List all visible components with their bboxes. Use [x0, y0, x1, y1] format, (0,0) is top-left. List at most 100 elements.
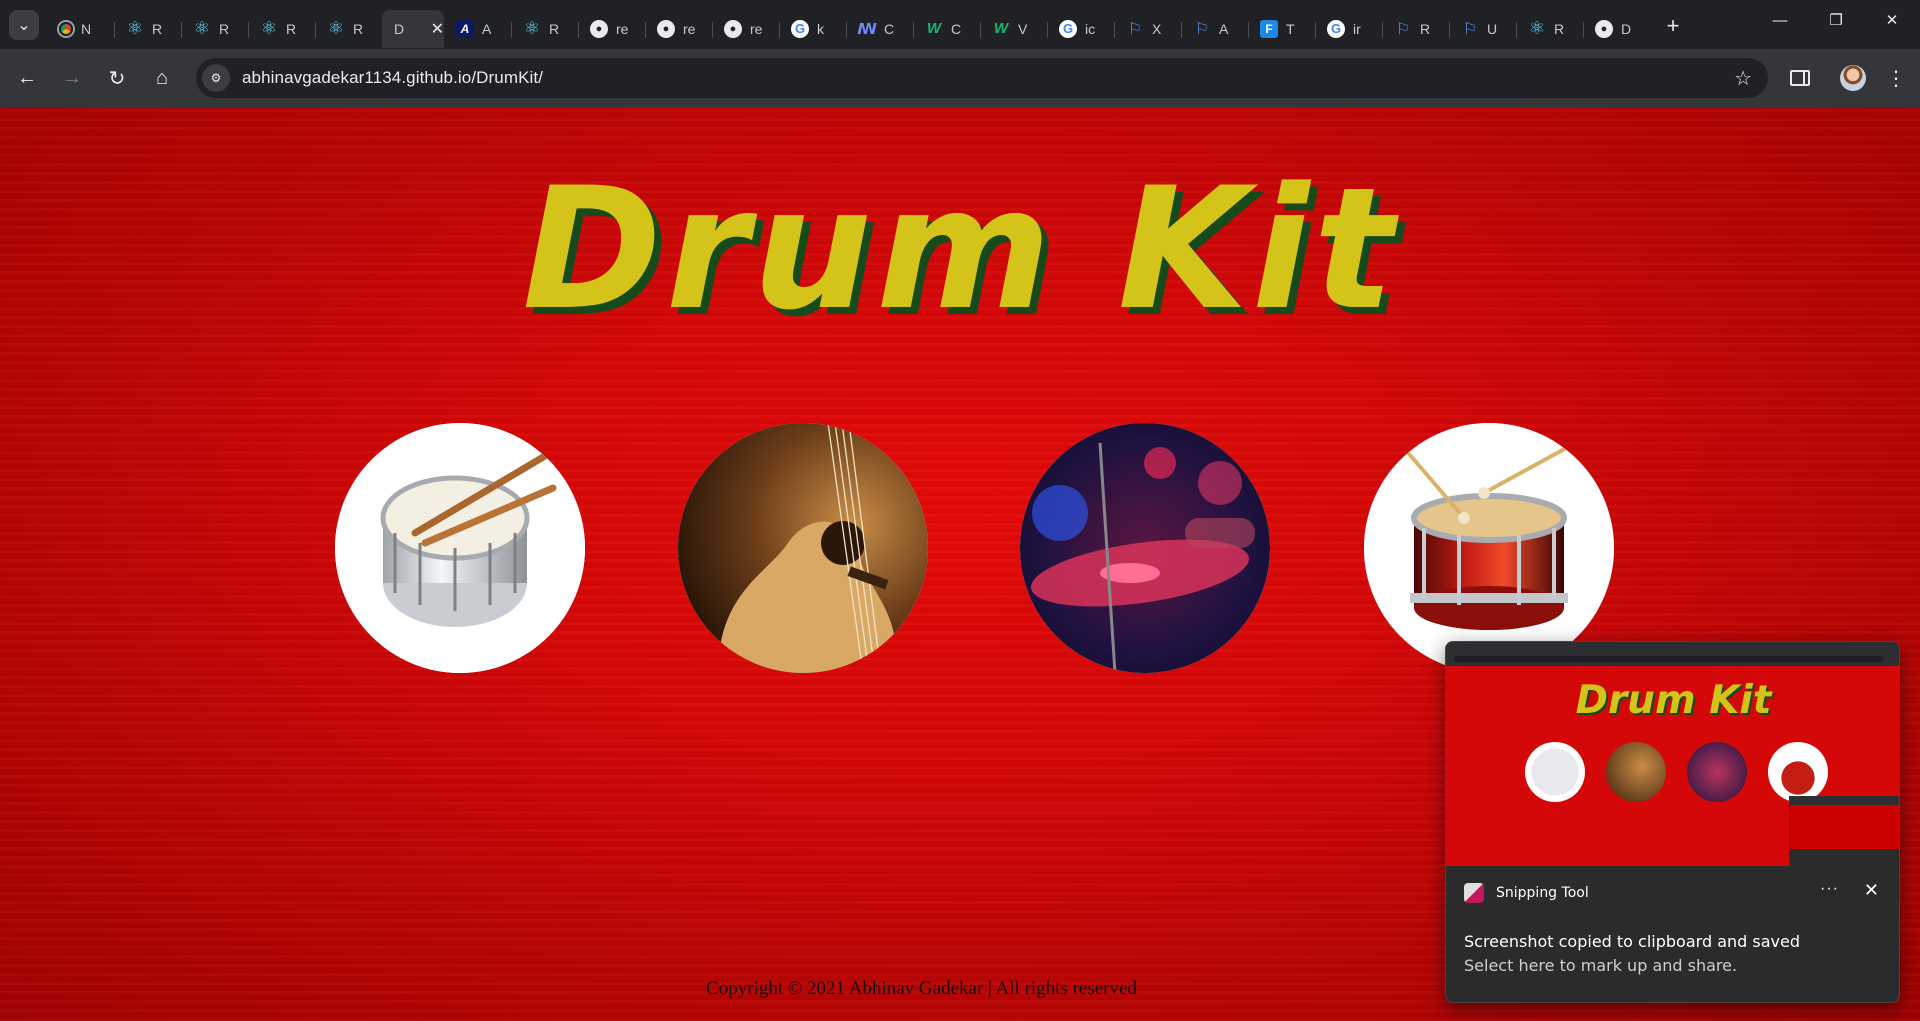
restore-icon[interactable]: ❐ [1808, 0, 1864, 40]
github-icon: ● [657, 19, 675, 38]
minimize-icon[interactable]: — [1752, 0, 1808, 40]
tab[interactable]: Gir [1315, 10, 1382, 48]
new-tab-button[interactable]: + [1658, 11, 1688, 41]
arrow-left-icon: ← [17, 66, 37, 89]
tab[interactable]: N [47, 10, 114, 48]
tab-label: A [1219, 20, 1229, 37]
flag-icon: ⚐ [1127, 20, 1143, 38]
bass-drum-button[interactable] [1364, 423, 1614, 673]
tab[interactable]: ⚛ R [511, 10, 578, 48]
chevron-down-icon: ⌄ [17, 16, 31, 34]
bookmark-star-icon[interactable]: ☆ [1734, 66, 1752, 91]
react-icon: ⚛ [260, 18, 278, 38]
reload-button[interactable]: ↻ [99, 60, 135, 96]
google-icon: G [1059, 19, 1077, 38]
tab[interactable]: ● re [645, 10, 712, 48]
reload-icon: ↻ [108, 67, 126, 90]
close-window-icon[interactable]: ✕ [1864, 0, 1920, 40]
tab[interactable]: ● re [578, 10, 645, 48]
preview-guitar-thumb [1606, 742, 1666, 802]
back-button[interactable]: ← [9, 60, 45, 96]
tab-label: D [1621, 20, 1632, 37]
cymbal-button[interactable] [1020, 423, 1270, 673]
w-icon: W [993, 20, 1009, 37]
tab[interactable]: ⚛ R [315, 10, 382, 48]
google-icon: G [1327, 19, 1345, 38]
tab-label: N [81, 20, 92, 37]
toast-message: Screenshot copied to clipboard and saved [1464, 932, 1800, 951]
toolbar-right: ⋮ [1790, 49, 1920, 107]
menu-kebab-icon[interactable]: ⋮ [1886, 66, 1906, 91]
tab-label: R [152, 20, 163, 37]
f-app-icon: F [1260, 19, 1278, 38]
cymbal-image [1020, 423, 1270, 673]
tab[interactable]: WV [980, 10, 1047, 48]
side-panel-icon[interactable] [1790, 70, 1810, 86]
tab[interactable]: ⚛ R [114, 10, 181, 48]
more-options-icon[interactable]: ··· [1820, 880, 1839, 898]
tab[interactable]: AA [444, 10, 511, 48]
flag-icon: ⚐ [1462, 20, 1478, 38]
tab[interactable]: ⚐ A [1181, 10, 1248, 48]
snare-drum-button[interactable] [335, 423, 585, 673]
preview-snare-thumb [1525, 742, 1585, 802]
address-bar[interactable]: ⚙ abhinavgadekar1134.github.io/DrumKit/ … [196, 58, 1768, 98]
window-controls: — ❐ ✕ [1752, 0, 1920, 40]
tab[interactable]: ⚐ X [1114, 10, 1181, 48]
tab[interactable]: ● re [712, 10, 779, 48]
site-info-icon[interactable]: ⚙ [202, 64, 230, 92]
tab-label: C [951, 20, 962, 37]
home-button[interactable]: ⌂ [144, 60, 180, 96]
tab[interactable]: WC [913, 10, 980, 48]
tab[interactable]: Gk [779, 10, 846, 48]
screenshot-preview[interactable]: Drum Kit [1446, 642, 1899, 866]
tab[interactable]: ꟿC [846, 10, 913, 48]
tab[interactable]: ● D [1583, 10, 1650, 48]
preview-nested-screenshot [1789, 796, 1899, 866]
snipping-tool-icon [1464, 883, 1484, 903]
forward-button[interactable]: → [54, 60, 90, 96]
tab-label: R [286, 20, 297, 37]
tab-label: X [1152, 20, 1162, 37]
tab[interactable]: Gic [1047, 10, 1114, 48]
home-icon: ⌂ [155, 66, 169, 89]
url-text[interactable]: abhinavgadekar1134.github.io/DrumKit/ [242, 68, 543, 88]
snare-drum-image [335, 423, 585, 673]
tab[interactable]: ⚐ R [1382, 10, 1449, 48]
flag-icon: ⚐ [1194, 20, 1210, 38]
react-icon: ⚛ [126, 18, 144, 38]
w-icon: W [926, 20, 942, 37]
react-icon: ⚛ [193, 18, 211, 38]
a-app-icon: A [456, 19, 474, 38]
tab-label: T [1286, 20, 1295, 37]
tab-search-button[interactable]: ⌄ [9, 9, 39, 40]
tab[interactable]: FT [1248, 10, 1315, 48]
tab[interactable]: ⚛ R [248, 10, 315, 48]
github-icon: ● [724, 19, 742, 38]
profile-avatar[interactable] [1840, 65, 1866, 91]
tab-label: C [884, 20, 895, 37]
react-icon: ⚛ [1528, 18, 1546, 38]
tab-close-icon[interactable]: ✕ [431, 19, 444, 39]
tab[interactable]: ⚛ R [181, 10, 248, 48]
guitar-button[interactable] [678, 423, 928, 673]
bass-drum-image [1364, 423, 1614, 673]
page-title: Drum Kit [522, 151, 1398, 347]
tab[interactable]: ⚐ U [1449, 10, 1516, 48]
tab-label: R [353, 20, 364, 37]
close-icon[interactable]: ✕ [1864, 880, 1879, 901]
page-icon: D [393, 20, 405, 37]
tab-label: A [482, 20, 492, 37]
tab[interactable]: ⚛ R [1516, 10, 1583, 48]
tab-label: R [1554, 20, 1565, 37]
codecademy-icon: ꟿ [857, 20, 877, 38]
tab-list: N ⚛ R ⚛ R ⚛ R ⚛ R D ✕ A A ⚛ R ● re ● re ● re Gk ꟿ C W C W V Gic ⚐ X ⚐ A F… [47, 0, 1650, 49]
tab-label: V [1018, 20, 1028, 37]
tab-label: R [219, 20, 230, 37]
snipping-tool-notification[interactable]: Drum Kit Snipping Tool ··· ✕ Screenshot … [1445, 641, 1900, 1003]
tab-active[interactable]: D ✕ [382, 9, 444, 48]
toast-header: Snipping Tool ··· ✕ [1446, 866, 1899, 920]
github-icon: ● [590, 19, 608, 38]
toast-app-name: Snipping Tool [1496, 885, 1589, 901]
tab-label: R [549, 20, 560, 37]
